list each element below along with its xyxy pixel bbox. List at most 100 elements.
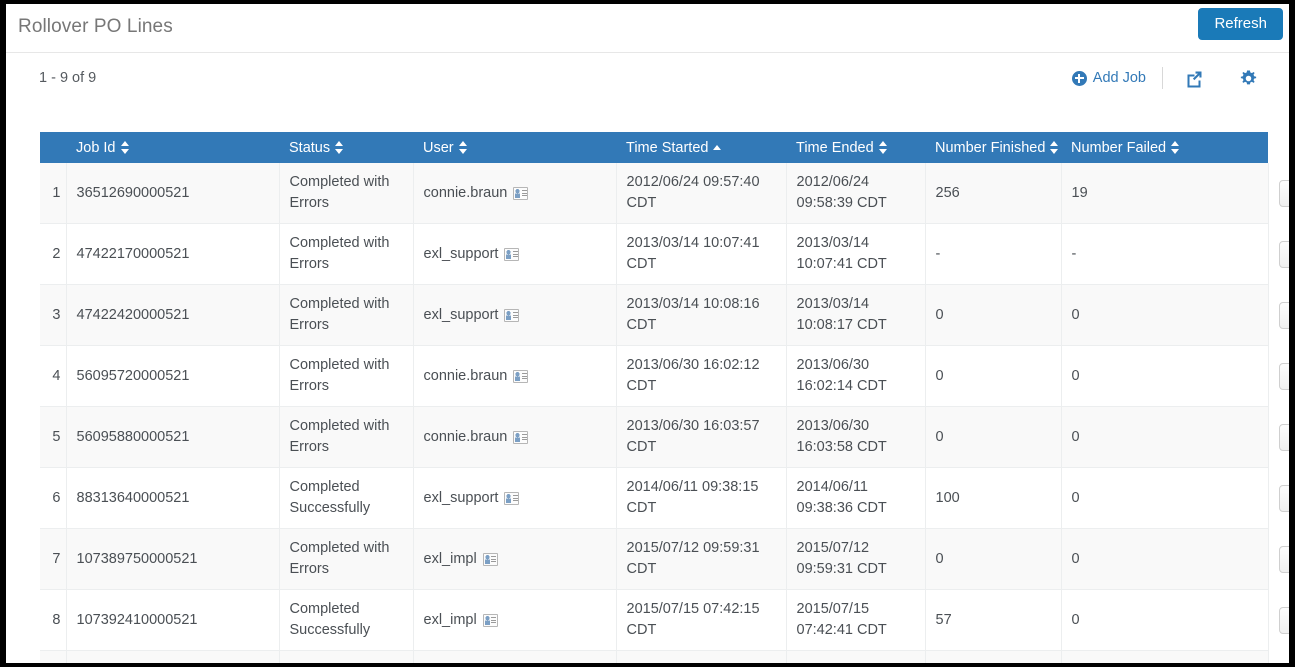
number-failed-cell: 0: [1060, 650, 1268, 663]
user-name: exl_impl: [423, 550, 477, 567]
status-cell: Completed Successfully: [278, 650, 413, 663]
col-time-ended-label: Time Ended: [796, 139, 874, 156]
col-time-started-label: Time Started: [626, 139, 709, 156]
col-status[interactable]: Status: [279, 132, 413, 163]
time-started-cell: 2013/06/30 16:03:57 CDT: [615, 406, 786, 469]
col-index: [40, 132, 66, 163]
add-job-label: Add Job: [1092, 70, 1146, 86]
user-name: connie.braun: [423, 367, 508, 384]
time-ended-cell: 2013/03/14 10:07:41 CDT: [785, 223, 925, 286]
export-button[interactable]: [1181, 66, 1207, 90]
sort-both-icon: [1050, 140, 1059, 155]
user-cell: exl_support: [412, 284, 616, 347]
col-user[interactable]: User: [413, 132, 616, 163]
contact-card-icon[interactable]: [513, 186, 529, 200]
col-number-failed-label: Number Failed: [1071, 139, 1167, 156]
col-time-ended[interactable]: Time Ended: [786, 132, 925, 163]
row-index-cell: 3: [40, 284, 66, 347]
user-name: connie.braun: [423, 184, 508, 201]
refresh-button[interactable]: Refresh: [1198, 8, 1283, 40]
job-id-cell: 883275800000521: [65, 650, 279, 663]
table-row[interactable]: 7 107389750000521 Completed with Errors exl…: [40, 528, 1289, 591]
table-row[interactable]: 4 56095720000521 Completed with Errors conn…: [40, 345, 1289, 408]
contact-card-icon[interactable]: [504, 247, 520, 261]
row-index-cell: 5: [40, 406, 66, 469]
number-failed-cell: 0: [1060, 345, 1268, 408]
col-number-finished-label: Number Finished: [935, 139, 1046, 156]
table-row[interactable]: 8 107392410000521 Completed Successfully ex…: [40, 589, 1289, 652]
page-title: Rollover PO Lines: [18, 16, 173, 37]
time-started-cell: 2014/06/11 09:38:15 CDT: [615, 467, 786, 530]
time-started-cell: 2012/06/24 09:57:40 CDT: [615, 163, 786, 225]
col-time-started[interactable]: Time Started: [616, 132, 786, 163]
user-cell: exl_support: [412, 223, 616, 286]
sort-both-icon: [878, 140, 888, 155]
time-ended-cell: 2013/03/14 10:08:17 CDT: [785, 284, 925, 347]
row-index-cell: 6: [40, 467, 66, 530]
number-finished-cell: 0: [924, 528, 1061, 591]
row-actions-button[interactable]: [1278, 301, 1289, 329]
contact-card-icon[interactable]: [482, 552, 498, 566]
row-index-cell: 1: [40, 163, 66, 225]
table-row[interactable]: 5 56095880000521 Completed with Errors conn…: [40, 406, 1289, 469]
time-ended-cell: 2015/07/12 09:59:31 CDT: [785, 528, 925, 591]
contact-card-icon[interactable]: [513, 369, 529, 383]
page-header: Rollover PO Lines Refresh: [6, 4, 1289, 53]
row-index-cell: 2: [40, 223, 66, 286]
number-finished-cell: 0: [924, 284, 1061, 347]
record-count-label: 1 - 9 of 9: [39, 70, 97, 86]
add-job-button[interactable]: Add Job: [1071, 70, 1162, 86]
user-name: exl_support: [423, 306, 499, 323]
sort-both-icon: [120, 140, 130, 155]
settings-button[interactable]: [1235, 66, 1261, 90]
time-ended-cell: 2012/06/24 09:58:39 CDT: [785, 163, 925, 225]
status-cell: Completed Successfully: [278, 589, 413, 652]
table-row[interactable]: 6 88313640000521 Completed Successfully exl…: [40, 467, 1289, 530]
table-row[interactable]: 2 47422170000521 Completed with Errors exl_…: [40, 223, 1289, 286]
sort-both-icon: [1171, 140, 1180, 155]
row-actions-button[interactable]: [1278, 362, 1289, 390]
toolbar-divider: [1162, 67, 1163, 89]
user-name: connie.braun: [423, 428, 508, 445]
sort-both-icon: [458, 140, 468, 155]
table-row[interactable]: 1 36512690000521 Completed with Errors conn…: [40, 163, 1289, 225]
job-id-cell: 56095880000521: [65, 406, 279, 469]
sort-ascending-icon: [713, 143, 722, 153]
contact-card-icon[interactable]: [482, 613, 498, 627]
row-actions-button[interactable]: [1278, 545, 1289, 573]
user-cell: connie.braun: [412, 650, 616, 663]
row-actions-button[interactable]: [1278, 179, 1289, 207]
col-job-id-label: Job Id: [76, 139, 116, 156]
contact-card-icon[interactable]: [513, 430, 529, 444]
external-link-square-icon: [1187, 71, 1201, 87]
table-row[interactable]: 9883275800000521Completed Successfullyco…: [40, 650, 1268, 663]
row-actions-button[interactable]: [1278, 423, 1289, 451]
user-name: exl_impl: [423, 611, 477, 628]
col-job-id[interactable]: Job Id: [66, 132, 279, 163]
status-cell: Completed with Errors: [278, 163, 413, 225]
contact-card-icon[interactable]: [504, 308, 520, 322]
number-finished-cell: 0: [924, 345, 1061, 408]
app-window: Rollover PO Lines Refresh 1 - 9 of 9 Add…: [6, 4, 1289, 663]
user-cell: connie.braun: [412, 406, 616, 469]
user-cell: exl_impl: [412, 528, 616, 591]
time-started-cell: 2013/06/30 16:02:12 CDT: [615, 345, 786, 408]
time-ended-cell: 2013/06/30 16:02:14 CDT: [785, 345, 925, 408]
table-row[interactable]: 3 47422420000521 Completed with Errors exl_…: [40, 284, 1289, 347]
gear-icon: [1240, 70, 1256, 84]
row-actions-button[interactable]: [1278, 240, 1289, 268]
number-finished-cell: -: [924, 223, 1061, 286]
col-number-finished[interactable]: Number Finished: [925, 132, 1061, 163]
time-ended-cell: 2016/06/29 14:00:45 CDT: [785, 650, 925, 663]
jobs-table: Job Id Status User Time Started Time End…: [40, 132, 1289, 663]
status-cell: Completed Successfully: [278, 467, 413, 530]
row-actions-button[interactable]: [1278, 484, 1289, 512]
col-number-failed[interactable]: Number Failed: [1061, 132, 1268, 163]
row-actions-button[interactable]: [1278, 606, 1289, 634]
col-status-label: Status: [289, 139, 331, 156]
row-index-cell: 9: [40, 650, 66, 663]
contact-card-icon[interactable]: [504, 491, 520, 505]
job-id-cell: 107392410000521: [65, 589, 279, 652]
toolbar-actions: Add Job: [1071, 66, 1261, 90]
number-finished-cell: 172: [924, 650, 1061, 663]
